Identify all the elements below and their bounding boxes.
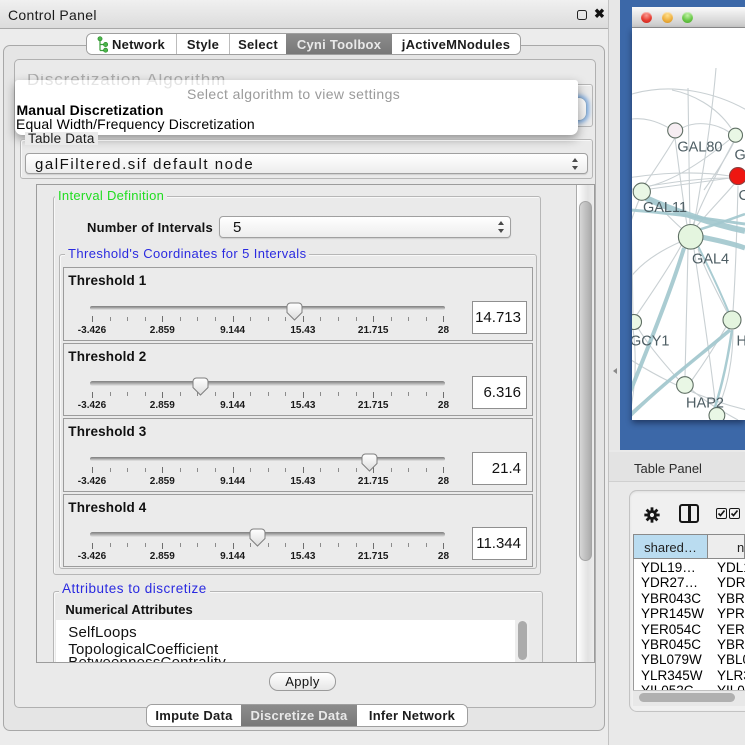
svg-text:C: C bbox=[739, 188, 745, 204]
svg-text:HA: HA bbox=[737, 334, 745, 350]
svg-text:HAP2: HAP2 bbox=[686, 396, 724, 412]
svg-text:GAL4: GAL4 bbox=[692, 252, 729, 268]
svg-text:GAL80: GAL80 bbox=[677, 140, 722, 156]
svg-text:GAL11: GAL11 bbox=[643, 200, 687, 216]
svg-text:GCY1: GCY1 bbox=[632, 334, 669, 350]
svg-text:GAL: GAL bbox=[735, 148, 745, 164]
